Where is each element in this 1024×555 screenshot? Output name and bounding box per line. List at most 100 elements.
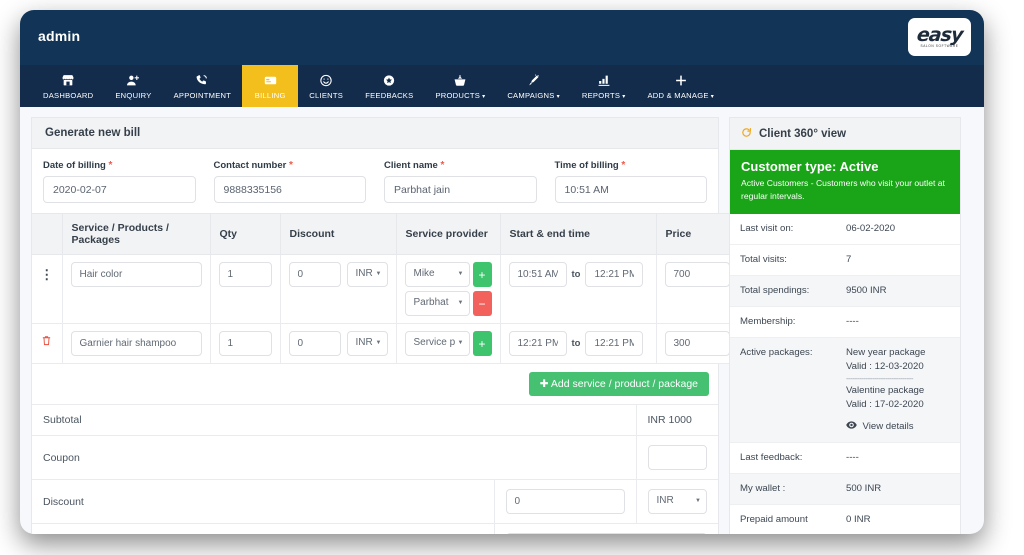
add-service-product-package-button[interactable]: ✚ Add service / product / package xyxy=(529,372,709,396)
row-name-cell xyxy=(62,324,210,364)
discount-currency-select[interactable]: INR ▼ xyxy=(347,331,388,356)
field-label: Contact number * xyxy=(214,160,367,171)
info-row: Last visit on: 06-02-2020 xyxy=(730,214,960,245)
info-row: Total visits: 7 xyxy=(730,245,960,276)
service-provider-value: Service p xyxy=(414,337,456,348)
date-of-billing-input[interactable] xyxy=(43,176,196,203)
discount-currency-select[interactable]: INR ▼ xyxy=(347,262,388,287)
phone-call-icon xyxy=(195,73,209,88)
total-discount-currency-value: INR xyxy=(657,495,674,506)
info-row: Last feedback: ---- xyxy=(730,443,960,474)
nav-item-campaigns[interactable]: CAMPAIGNS▾ xyxy=(496,65,571,107)
required-marker: * xyxy=(441,160,445,171)
info-row: Membership: ---- xyxy=(730,307,960,338)
row-time-cell: to xyxy=(500,255,656,324)
app-logo[interactable]: easy SALON SOFTWARE xyxy=(908,18,971,56)
store-icon xyxy=(61,73,75,88)
discount-input[interactable] xyxy=(289,331,341,356)
field-label: Time of billing * xyxy=(555,160,708,171)
client-name-input[interactable] xyxy=(384,176,537,203)
drag-dots-icon[interactable]: ⋮ xyxy=(40,262,54,279)
add-provider-button[interactable]: + xyxy=(473,262,492,287)
select-taxes-dropdown[interactable]: Select Taxes ▼ xyxy=(506,533,708,534)
nav-label: BILLING xyxy=(255,91,286,100)
client-360-title: Client 360° view xyxy=(759,128,846,140)
time-of-billing-input[interactable] xyxy=(555,176,708,203)
content-area: Generate new bill Date of billing * Cont… xyxy=(20,107,984,534)
nav-item-add-manage[interactable]: ADD & MANAGE▾ xyxy=(636,65,725,107)
qty-input[interactable] xyxy=(219,262,272,287)
nav-item-enquiry[interactable]: ENQUIRY xyxy=(104,65,162,107)
nav-item-feedbacks[interactable]: FEEDBACKS xyxy=(354,65,424,107)
row-time-cell: to xyxy=(500,324,656,364)
remove-provider-button[interactable]: − xyxy=(473,291,492,316)
service-provider-value: Mike xyxy=(414,268,435,279)
package-validity: Valid : 12-03-2020 xyxy=(846,360,950,374)
price-input[interactable] xyxy=(665,262,730,287)
panel-title: Generate new bill xyxy=(32,118,718,149)
nav-item-appointment[interactable]: APPOINTMENT xyxy=(163,65,243,107)
services-table: Service / Products / Packages Qty Discou… xyxy=(32,213,739,364)
qty-input[interactable] xyxy=(219,331,272,356)
main-navigation: DASHBOARD ENQUIRY APPOINTMENT BILLING CL xyxy=(20,65,984,107)
start-time-input[interactable] xyxy=(509,331,567,356)
row-provider-cell: Mike ▼ + Parbhat ▼ − xyxy=(396,255,500,324)
end-time-input[interactable] xyxy=(585,262,643,287)
trash-icon[interactable] xyxy=(40,331,54,350)
service-name-input[interactable] xyxy=(71,262,202,287)
nav-label: ADD & MANAGE▾ xyxy=(647,91,714,100)
discount-currency-value: INR xyxy=(356,337,373,348)
discount-label: Discount xyxy=(32,480,494,524)
total-discount-currency-select[interactable]: INR ▼ xyxy=(648,489,708,514)
totals-table: Subtotal INR 1000 Coupon Discount xyxy=(32,405,718,534)
customer-type-description: Active Customers - Customers who visit y… xyxy=(741,177,949,203)
client-info-table: Last visit on: 06-02-2020 Total visits: … xyxy=(730,214,960,534)
required-marker: * xyxy=(289,160,293,171)
row-handle-cell xyxy=(32,324,62,364)
row-handle-cell: ⋮ xyxy=(32,255,62,324)
service-provider-value: Parbhat xyxy=(414,297,449,308)
nav-label: REPORTS▾ xyxy=(582,91,626,100)
chevron-down-icon: ▼ xyxy=(695,498,701,504)
price-input[interactable] xyxy=(665,331,730,356)
info-key: Prepaid amount xyxy=(730,505,836,535)
chevron-down-icon: ▼ xyxy=(458,340,464,346)
nav-item-dashboard[interactable]: DASHBOARD xyxy=(32,65,104,107)
provider-line: Parbhat ▼ − xyxy=(405,291,492,316)
field-label: Date of billing * xyxy=(43,160,196,171)
nav-item-billing[interactable]: BILLING xyxy=(242,65,298,107)
service-provider-select[interactable]: Service p ▼ xyxy=(405,331,470,356)
field-client-name: Client name * xyxy=(384,160,555,203)
coupon-input[interactable] xyxy=(648,445,708,470)
nav-item-reports[interactable]: REPORTS▾ xyxy=(571,65,637,107)
row-price-cell xyxy=(656,255,738,324)
info-key: My wallet : xyxy=(730,474,836,505)
view-details-link[interactable]: View details xyxy=(846,419,950,434)
nav-item-products[interactable]: PRODUCTS▾ xyxy=(424,65,496,107)
service-provider-select[interactable]: Mike ▼ xyxy=(405,262,470,287)
table-row: INR ▼ Service p ▼ + xyxy=(32,324,738,364)
field-label: Client name * xyxy=(384,160,537,171)
row-qty-cell xyxy=(210,255,280,324)
client-360-panel: Client 360° view Customer type: Active A… xyxy=(729,117,961,534)
th-price: Price xyxy=(656,214,738,255)
info-value: ---- xyxy=(836,307,960,338)
subtotal-label: Subtotal xyxy=(32,405,636,436)
discount-input[interactable] xyxy=(289,262,341,287)
service-name-input[interactable] xyxy=(71,331,202,356)
row-provider-cell: Service p ▼ + xyxy=(396,324,500,364)
customer-type-box: Customer type: Active Active Customers -… xyxy=(730,150,960,214)
start-time-input[interactable] xyxy=(509,262,567,287)
discount-row: Discount INR ▼ xyxy=(32,480,718,524)
end-time-input[interactable] xyxy=(585,331,643,356)
contact-number-input[interactable] xyxy=(214,176,367,203)
nav-item-clients[interactable]: CLIENTS xyxy=(298,65,354,107)
generate-bill-panel: Generate new bill Date of billing * Cont… xyxy=(31,117,719,534)
table-row: ⋮ INR ▼ xyxy=(32,255,738,324)
add-provider-button[interactable]: + xyxy=(473,331,492,356)
total-discount-input[interactable] xyxy=(506,489,625,514)
row-discount-cell: INR ▼ xyxy=(280,324,396,364)
service-provider-select[interactable]: Parbhat ▼ xyxy=(405,291,470,316)
discount-currency-value: INR xyxy=(356,268,373,279)
refresh-icon[interactable] xyxy=(741,127,752,140)
